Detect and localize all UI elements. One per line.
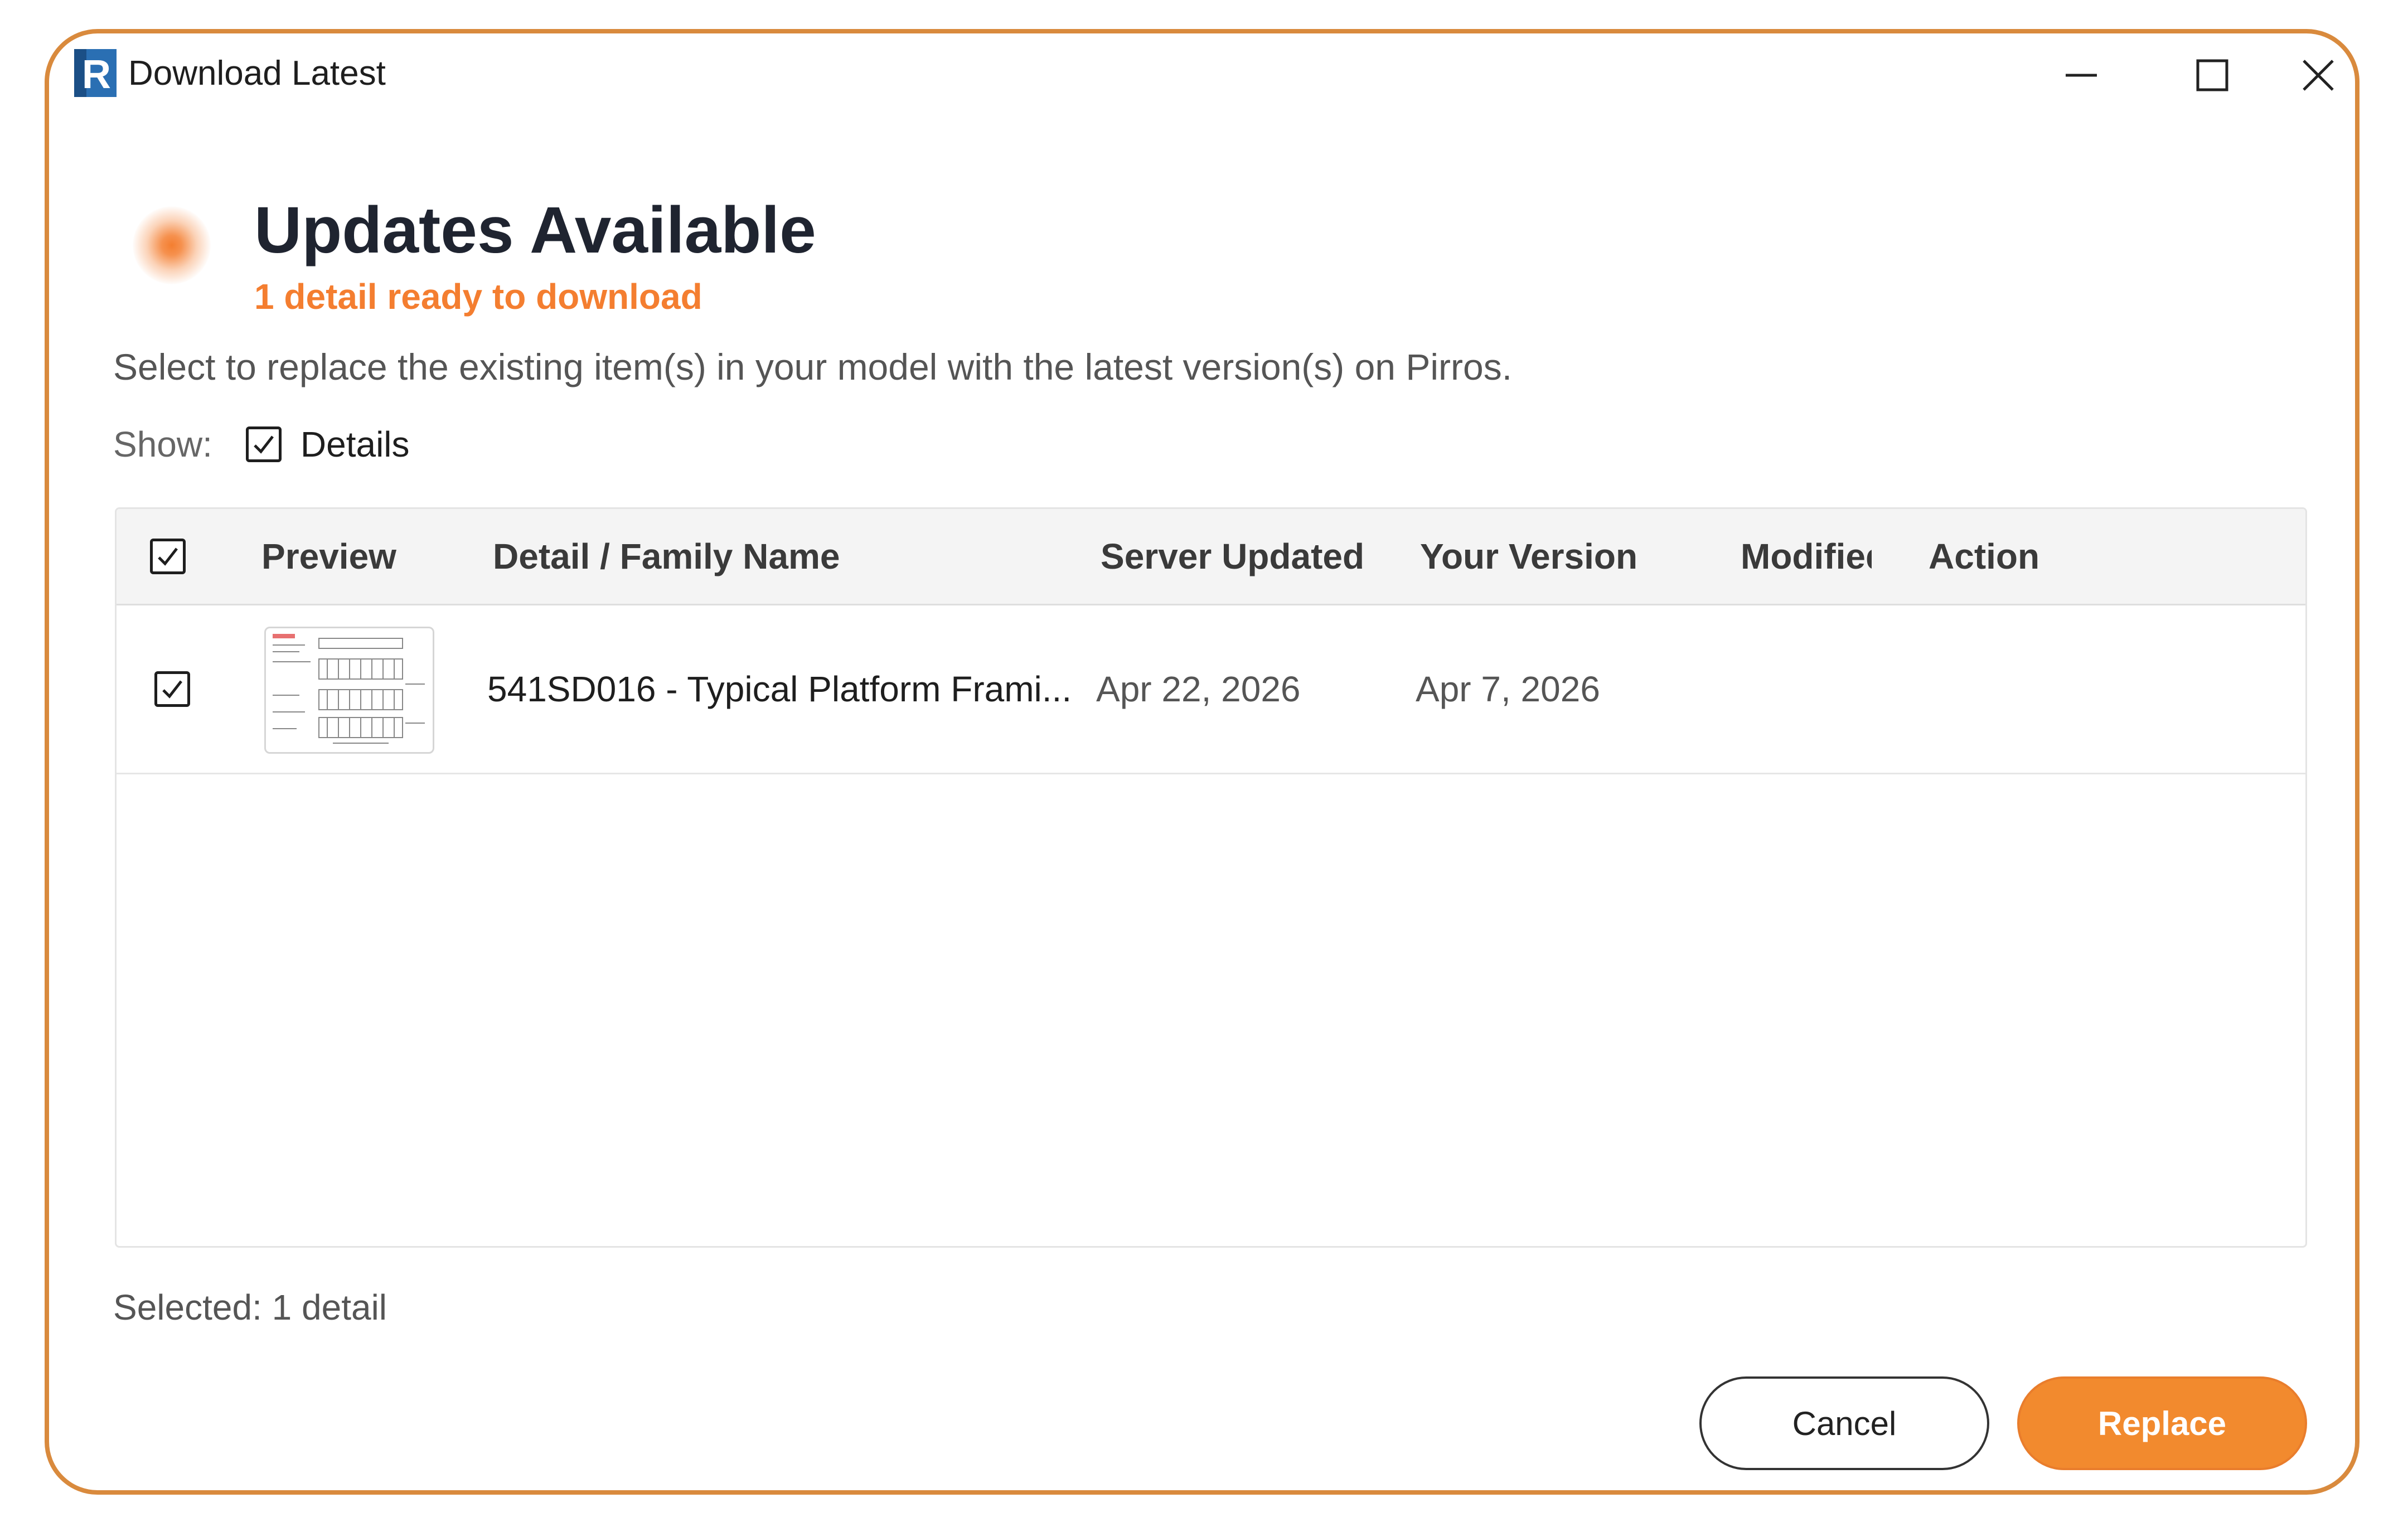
table-header: Preview Detail / Family Name Server Upda… xyxy=(117,509,2305,605)
updates-table: Preview Detail / Family Name Server Upda… xyxy=(115,507,2307,1248)
close-button[interactable] xyxy=(2290,50,2346,100)
server-updated-date: Apr 22, 2026 xyxy=(1096,669,1301,709)
detail-preview-thumbnail[interactable] xyxy=(264,627,434,754)
column-header-name[interactable]: Detail / Family Name xyxy=(493,509,840,604)
select-all-checkbox[interactable] xyxy=(150,539,186,574)
table-row[interactable]: 541SD016 - Typical Platform Frami... Apr… xyxy=(117,605,2305,774)
column-header-modified[interactable]: Modified xyxy=(1741,509,1872,604)
column-header-preview[interactable]: Preview xyxy=(261,509,396,604)
cancel-button[interactable]: Cancel xyxy=(1699,1376,1989,1470)
status-dot-icon xyxy=(133,206,211,284)
column-header-action[interactable]: Action xyxy=(1929,509,2039,604)
column-header-your-version[interactable]: Your Version xyxy=(1420,509,1637,604)
window-title: Download Latest xyxy=(128,54,386,93)
page-subtitle: 1 detail ready to download xyxy=(254,277,702,317)
maximize-button[interactable] xyxy=(2184,50,2240,100)
show-filter: Show: Details xyxy=(113,424,410,465)
show-label: Show: xyxy=(113,424,212,464)
column-header-server-updated[interactable]: Server Updated xyxy=(1101,509,1364,604)
minimize-icon xyxy=(2065,59,2098,92)
page-title: Updates Available xyxy=(254,193,816,267)
details-checkbox-label[interactable]: Details xyxy=(301,424,410,465)
checkmark-icon xyxy=(254,435,274,454)
checkmark-icon xyxy=(158,547,178,566)
close-icon xyxy=(2302,59,2335,92)
details-checkbox[interactable] xyxy=(245,426,282,462)
instructions-text: Select to replace the existing item(s) i… xyxy=(113,346,1513,387)
your-version-date: Apr 7, 2026 xyxy=(1416,669,1600,709)
detail-name: 541SD016 - Typical Platform Frami... xyxy=(487,669,1072,709)
maximize-icon xyxy=(2196,59,2229,92)
revit-r-icon: R xyxy=(74,49,117,97)
row-checkbox[interactable] xyxy=(154,671,190,707)
checkmark-icon xyxy=(162,680,182,699)
replace-button[interactable]: Replace xyxy=(2017,1376,2307,1470)
selection-count: Selected: 1 detail xyxy=(113,1287,387,1327)
svg-text:R: R xyxy=(82,52,111,97)
minimize-button[interactable] xyxy=(2053,50,2109,100)
download-latest-dialog: R Download Latest Updates Available 1 de… xyxy=(45,29,2359,1495)
